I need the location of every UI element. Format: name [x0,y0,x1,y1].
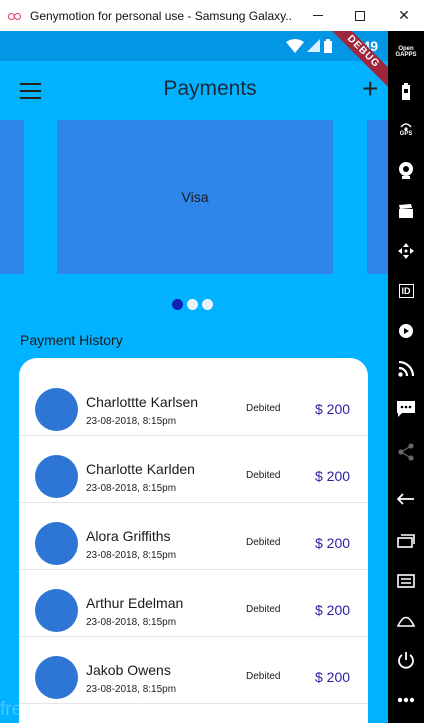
phone-screen: 6:49 DEBUG Payments + Visa Payment Histo… [0,31,388,723]
card-label: Visa [181,189,209,205]
clapperboard-icon [399,204,413,218]
home-icon [397,616,415,627]
battery-status-icon [324,39,332,53]
gps-button[interactable]: GPS [388,119,424,141]
power-button[interactable] [388,649,424,671]
gps-icon [400,123,412,131]
media-button[interactable] [388,321,424,341]
carousel-card-next[interactable] [367,120,388,274]
payment-history-title: Payment History [20,332,123,348]
payment-amount: $ 200 [315,669,351,685]
payee-name: Charlotte Karlden [86,461,195,477]
share-icon [398,443,414,461]
menu-button[interactable] [388,571,424,591]
rss-icon [398,361,414,377]
media-icon [399,324,413,338]
avatar [35,455,78,498]
window-title-bar: Genymotion for personal use - Samsung Ga… [0,0,424,31]
payee-name: Alora Griffiths [86,528,171,544]
payment-status: Debited [246,470,281,481]
back-arrow-icon [397,493,414,505]
home-button[interactable] [388,611,424,631]
identifiers-button[interactable]: ID [388,281,424,301]
add-payment-button[interactable]: + [362,75,378,103]
payment-date: 23-08-2018, 8:15pm [86,550,177,561]
payee-name: Jakob Owens [86,662,171,678]
webcam-icon [399,162,413,179]
cast-button[interactable] [388,359,424,379]
payment-status: Debited [246,671,281,682]
status-bar: 6:49 DEBUG [0,31,388,96]
genymotion-toolbar: Open GAPPS GPS ID [388,31,424,723]
avatar [35,589,78,632]
payment-row[interactable]: Charlotte Karlden 23-08-2018, 8:15pm Deb… [19,436,368,503]
recent-apps-button[interactable] [388,531,424,551]
payment-status: Debited [246,604,281,615]
watermark: free for personal use [0,699,175,720]
capture-button[interactable] [388,201,424,221]
cellular-signal-icon [307,39,320,52]
payment-history-list: Charlottte Karlsen 23-08-2018, 8:15pm De… [19,358,368,723]
wifi-icon [286,39,304,53]
payment-status: Debited [246,537,281,548]
payment-date: 23-08-2018, 8:15pm [86,483,177,494]
payment-row[interactable]: Charlottte Karlsen 23-08-2018, 8:15pm De… [19,358,368,436]
message-icon [397,401,415,417]
open-gapps-label: Open GAPPS [395,46,417,58]
maximize-button[interactable] [336,0,384,31]
carousel-dot-3[interactable] [202,299,213,310]
payment-row[interactable]: Alora Griffiths 23-08-2018, 8:15pm Debit… [19,503,368,570]
id-icon: ID [398,284,414,298]
page-title: Payments [163,77,257,100]
payment-amount: $ 200 [315,401,351,417]
close-button[interactable]: ✕ [380,0,424,31]
payment-date: 23-08-2018, 8:15pm [86,684,177,695]
payment-amount: $ 200 [315,535,351,551]
window-title: Genymotion for personal use - Samsung Ga… [30,8,292,23]
open-gapps-button[interactable]: Open GAPPS [388,43,424,61]
payment-date: 23-08-2018, 8:15pm [86,416,177,427]
payment-row[interactable]: Arthur Edelman 23-08-2018, 8:15pm Debite… [19,570,368,637]
carousel-dot-2[interactable] [187,299,198,310]
avatar [35,388,78,431]
avatar [35,656,78,699]
payment-status: Debited [246,403,281,414]
payment-date: 23-08-2018, 8:15pm [86,617,177,628]
back-button[interactable] [388,489,424,509]
payment-amount: $ 200 [315,468,351,484]
minimize-button[interactable] [294,0,342,31]
webcam-button[interactable] [388,159,424,181]
move-arrows-icon [398,243,414,259]
genymotion-logo-icon [8,9,22,23]
close-icon: ✕ [398,7,410,23]
gps-label: GPS [399,131,413,137]
carousel-card-previous[interactable] [0,120,24,274]
more-options-button[interactable] [388,691,424,709]
carousel-dot-1[interactable] [172,299,183,310]
share-button[interactable] [388,441,424,463]
power-icon [398,652,414,669]
dpad-button[interactable] [388,241,424,261]
battery-button[interactable] [388,81,424,103]
recent-apps-icon [397,534,415,548]
payment-amount: $ 200 [315,602,351,618]
sms-button[interactable] [388,399,424,419]
app-bar: Payments + [0,61,388,119]
carousel-indicator [172,299,213,310]
more-dots-icon [397,697,415,703]
payee-name: Charlottte Karlsen [86,394,199,410]
payee-name: Arthur Edelman [86,595,184,611]
avatar [35,522,78,565]
payment-row[interactable]: Jakob Owens 23-08-2018, 8:15pm Debited $… [19,637,368,704]
menu-icon [397,574,415,588]
minimize-icon [313,15,323,16]
maximize-icon [355,10,365,21]
carousel-card-current[interactable]: Visa [57,120,333,274]
battery-icon [402,83,410,100]
